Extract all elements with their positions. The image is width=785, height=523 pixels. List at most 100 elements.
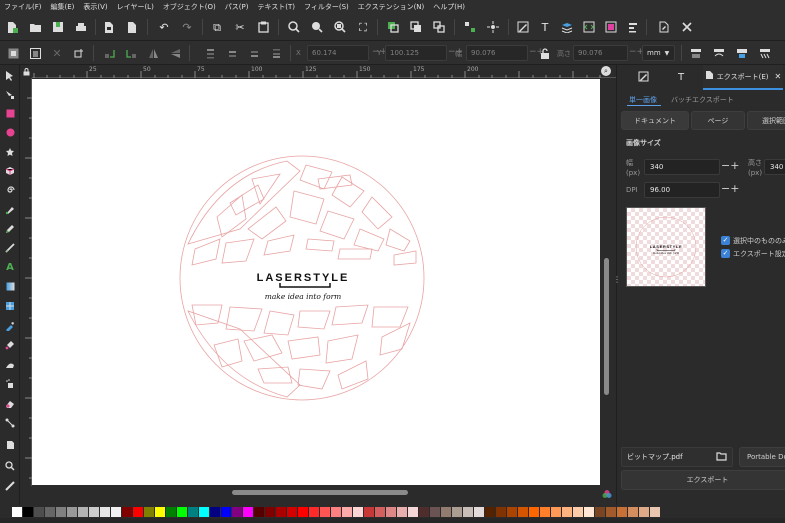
export-height-field[interactable]: 340: [764, 159, 785, 175]
height-field[interactable]: 90.076: [573, 45, 628, 61]
horizontal-scroll-thumb[interactable]: [232, 490, 408, 495]
folder-icon[interactable]: [716, 451, 727, 463]
color-swatch[interactable]: [67, 506, 77, 517]
color-managed-icon[interactable]: [600, 488, 614, 500]
zoom-correction-icon[interactable]: ⌕: [601, 66, 611, 76]
color-swatch[interactable]: [199, 506, 209, 517]
color-swatch[interactable]: [507, 506, 517, 517]
color-swatch[interactable]: [100, 506, 110, 517]
canvas[interactable]: LASERSTYLE make idea into form: [32, 79, 600, 485]
color-swatch[interactable]: [111, 506, 121, 517]
color-swatch[interactable]: [331, 506, 341, 517]
color-swatch[interactable]: [617, 506, 627, 517]
color-swatch[interactable]: [562, 506, 572, 517]
filename-field[interactable]: ビットマップ.pdf: [621, 447, 733, 467]
color-swatch[interactable]: [34, 506, 44, 517]
color-swatch[interactable]: [221, 506, 231, 517]
color-swatch[interactable]: [254, 506, 264, 517]
zoom-tool-icon[interactable]: [2, 458, 18, 473]
mesh-tool-icon[interactable]: [2, 298, 18, 313]
color-swatch[interactable]: [243, 506, 253, 517]
paste-icon[interactable]: [255, 19, 271, 35]
color-swatch[interactable]: [342, 506, 352, 517]
export-settings-checkbox[interactable]: ✓: [721, 249, 730, 258]
color-swatch[interactable]: [188, 506, 198, 517]
color-swatch[interactable]: [144, 506, 154, 517]
color-swatch[interactable]: [265, 506, 275, 517]
zoom-drawing-icon[interactable]: [309, 19, 325, 35]
tweak-tool-icon[interactable]: [2, 357, 18, 372]
menu-item[interactable]: 編集(E): [51, 2, 75, 12]
menu-item[interactable]: テキスト(T): [257, 2, 295, 12]
color-swatch[interactable]: [430, 506, 440, 517]
lock-guides-icon[interactable]: [20, 65, 32, 78]
color-swatch[interactable]: [474, 506, 484, 517]
export-button[interactable]: エクスポート: [621, 470, 785, 490]
connector-tool-icon[interactable]: [2, 415, 18, 430]
subtab-batch-export[interactable]: バッチエクスポート: [671, 95, 734, 105]
menu-item[interactable]: フィルター(S): [304, 2, 349, 12]
selected-only-checkbox[interactable]: ✓: [721, 236, 730, 245]
rotate-ccw-icon[interactable]: [101, 45, 117, 61]
tab-fill-stroke[interactable]: [625, 65, 661, 90]
format-select[interactable]: Portable Document: [739, 447, 785, 467]
color-swatch[interactable]: [232, 506, 242, 517]
color-swatch[interactable]: [56, 506, 66, 517]
undo-icon[interactable]: ↶: [156, 19, 172, 35]
color-swatch[interactable]: [397, 506, 407, 517]
x-field[interactable]: 60.174: [307, 45, 369, 61]
open-folder-icon[interactable]: [27, 19, 43, 35]
color-swatch[interactable]: [419, 506, 429, 517]
color-swatch[interactable]: [309, 506, 319, 517]
color-swatch[interactable]: [573, 506, 583, 517]
menu-item[interactable]: 表示(V): [83, 2, 107, 12]
close-icon[interactable]: ✕: [774, 72, 781, 81]
color-swatch[interactable]: [463, 506, 473, 517]
color-swatch[interactable]: [639, 506, 649, 517]
redo-icon[interactable]: ↷: [179, 19, 195, 35]
area-selection-button[interactable]: 選択範囲: [747, 111, 785, 130]
ungroup-icon[interactable]: [485, 19, 501, 35]
dpi-field[interactable]: 96.00: [644, 182, 720, 198]
import-icon[interactable]: [101, 19, 117, 35]
unlink-clone-icon[interactable]: [431, 19, 447, 35]
color-swatch[interactable]: [155, 506, 165, 517]
save-icon[interactable]: [50, 19, 66, 35]
preferences-icon[interactable]: [679, 19, 695, 35]
color-swatch[interactable]: [606, 506, 616, 517]
new-document-icon[interactable]: [4, 19, 20, 35]
menu-item[interactable]: レイヤー(L): [117, 2, 154, 12]
selector-tool-icon[interactable]: [2, 68, 18, 83]
menu-item[interactable]: オブジェクト(O): [163, 2, 216, 12]
rotate-cw-icon[interactable]: [123, 45, 139, 61]
color-swatch[interactable]: [89, 506, 99, 517]
color-swatch[interactable]: [386, 506, 396, 517]
color-swatch[interactable]: [364, 506, 374, 517]
dpi-spin-icon[interactable]: −+: [721, 182, 739, 195]
flip-horizontal-icon[interactable]: [145, 45, 161, 61]
color-swatch[interactable]: [320, 506, 330, 517]
color-swatch[interactable]: [452, 506, 462, 517]
tab-export[interactable]: エクスポート(E) ✕: [703, 65, 783, 90]
tab-text-font[interactable]: T: [663, 65, 699, 90]
color-swatch[interactable]: [375, 506, 385, 517]
spiral-tool-icon[interactable]: [2, 182, 18, 197]
color-swatch[interactable]: [628, 506, 638, 517]
subtab-single-image[interactable]: 単一画像: [629, 95, 657, 105]
color-swatch[interactable]: [298, 506, 308, 517]
layers-icon[interactable]: [559, 19, 575, 35]
color-swatch[interactable]: [166, 506, 176, 517]
lower-to-bottom-icon[interactable]: [268, 45, 284, 61]
menu-item[interactable]: ヘルプ(H): [433, 2, 465, 12]
menu-item[interactable]: パス(P): [225, 2, 249, 12]
align-distribute-icon[interactable]: [625, 19, 641, 35]
objects-icon[interactable]: [603, 19, 619, 35]
color-swatch[interactable]: [529, 506, 539, 517]
color-swatch[interactable]: [408, 506, 418, 517]
pencil-tool-icon[interactable]: [2, 221, 18, 236]
color-swatch[interactable]: [650, 506, 660, 517]
fill-stroke-icon[interactable]: [515, 19, 531, 35]
paint-bucket-tool-icon[interactable]: [2, 337, 18, 352]
raise-to-top-icon[interactable]: [202, 45, 218, 61]
color-swatch[interactable]: [12, 506, 22, 517]
